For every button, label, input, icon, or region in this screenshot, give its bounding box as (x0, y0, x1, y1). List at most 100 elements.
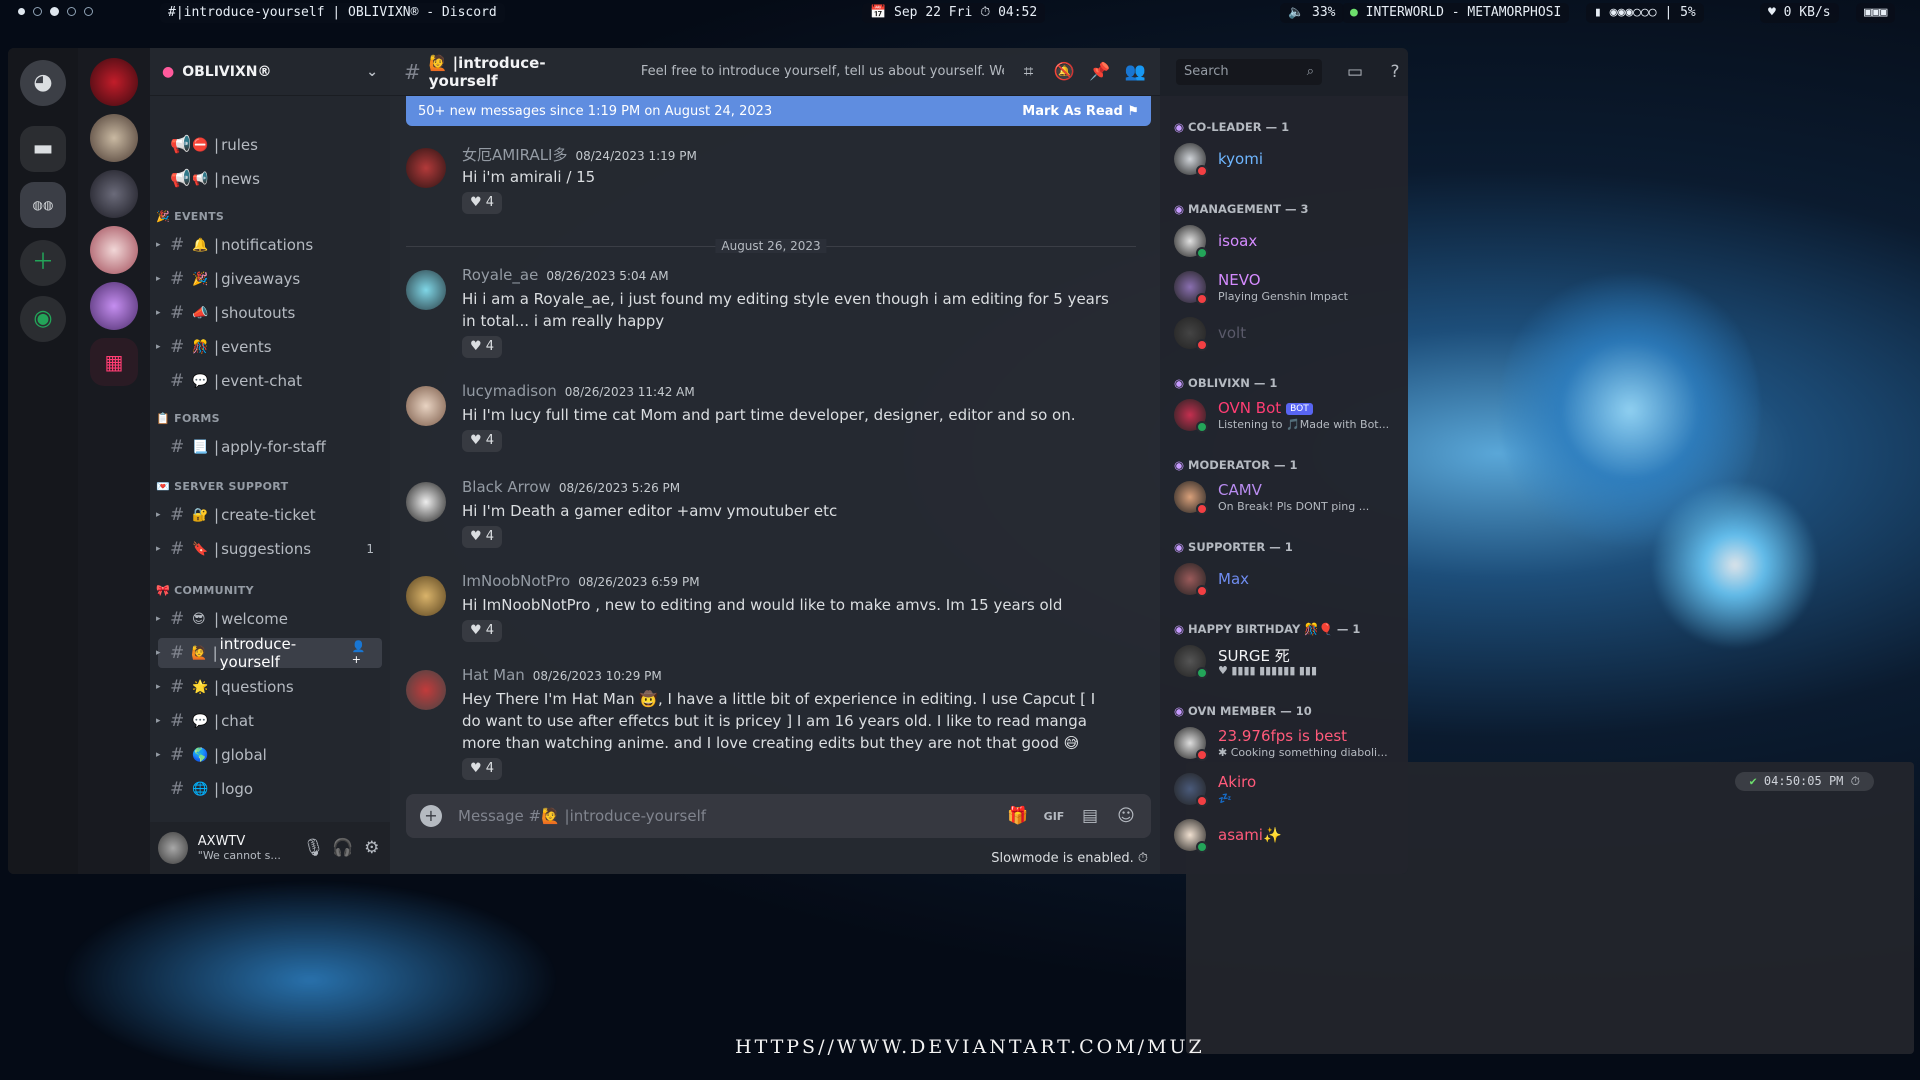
category-header[interactable]: 📋 FORMS (156, 412, 220, 425)
member-item[interactable]: isoax (1174, 222, 1399, 264)
threads-icon[interactable]: ⌗ (1018, 62, 1040, 82)
tray-icons[interactable]: ▣▣▣ (1856, 3, 1896, 23)
expand-arrow-icon[interactable]: ▸ (156, 544, 161, 554)
add-server-icon[interactable]: ＋ (20, 240, 66, 286)
expand-arrow-icon[interactable]: ▸ (156, 716, 161, 726)
add-member-icon[interactable]: 👤+ (352, 640, 374, 666)
avatar[interactable] (406, 670, 446, 710)
channel-rules[interactable]: 📢 ⛔ | rules (158, 130, 382, 160)
channel-event-chat[interactable]: # 💬 | event-chat (158, 366, 382, 396)
channel-welcome[interactable]: ▸ # 😎 | welcome (156, 604, 382, 634)
sticker-icon[interactable]: ▤ (1079, 806, 1101, 826)
channel-giveaways[interactable]: ▸ # 🎉 | giveaways (156, 264, 382, 294)
mark-as-read-button[interactable]: Mark As Read ⚑ (1022, 104, 1139, 119)
reaction[interactable]: ♥ 4 (462, 336, 502, 358)
channel-questions[interactable]: ▸ # 🌟 | questions (156, 672, 382, 702)
server-icon-oblivixn[interactable]: ▦ (90, 338, 138, 386)
expand-arrow-icon[interactable]: ▸ (156, 614, 161, 624)
server-icon[interactable] (90, 114, 138, 162)
pin-icon[interactable]: 📌 (1089, 62, 1111, 82)
volume[interactable]: 🔈 33% (1280, 3, 1344, 23)
category-header[interactable]: 🎉 EVENTS (156, 210, 224, 223)
channel-events[interactable]: ▸ # 🎊 | events (156, 332, 382, 362)
music-player[interactable]: ● INTERWORLD - METAMORPHOSI (1342, 3, 1570, 23)
server-icon[interactable] (90, 58, 138, 106)
expand-arrow-icon[interactable]: ▸ (156, 308, 161, 318)
emoji-icon[interactable]: ☺ (1115, 806, 1137, 826)
message-author[interactable]: lucymadison (462, 382, 557, 400)
member-item[interactable]: kyomi (1174, 140, 1399, 182)
reaction[interactable]: ♥ 4 (462, 526, 502, 548)
message-author[interactable]: ImNoobNotPro (462, 572, 570, 590)
channel-introduce-yourself[interactable]: ▸ # 🙋 | introduce-yourself 👤+ (156, 635, 382, 671)
message-input[interactable]: Message #🙋 |introduce-yourself (458, 807, 993, 825)
reaction[interactable]: ♥ 4 (462, 758, 502, 780)
member-item[interactable]: NEVO Playing Genshin Impact (1174, 268, 1399, 310)
expand-arrow-icon[interactable]: ▸ (156, 510, 161, 520)
channel-shoutouts[interactable]: ▸ # 📣 | shoutouts (156, 298, 382, 328)
channel-logo[interactable]: # 🌐 | logo (158, 774, 382, 804)
channel-suggestions[interactable]: ▸ # 🔖 | suggestions 1 (156, 534, 382, 564)
folder-icon[interactable]: ▬ (20, 126, 66, 172)
reaction[interactable]: ♥ 4 (462, 430, 502, 452)
avatar[interactable] (158, 832, 188, 864)
gift-icon[interactable]: 🎁 (1007, 806, 1029, 826)
search-box[interactable]: Search ⌕ (1176, 59, 1322, 85)
notification-bell-icon[interactable]: 🔕 (1053, 62, 1075, 82)
channel-apply-for-staff[interactable]: # 📃 | apply-for-staff (158, 432, 382, 462)
expand-arrow-icon[interactable]: ▸ (156, 750, 161, 760)
expand-arrow-icon[interactable]: ▸ (156, 648, 161, 658)
member-item[interactable]: SURGE 死 ♥ ▮▮▮▮ ▮▮▮▮▮▮ ▮▮▮ (1174, 642, 1399, 684)
gear-icon[interactable]: ⚙ (362, 838, 382, 858)
inbox-icon[interactable]: ▭ (1344, 62, 1366, 82)
reaction[interactable]: ♥ 4 (462, 620, 502, 642)
message-author[interactable]: Hat Man (462, 666, 525, 684)
member-item[interactable]: volt (1174, 314, 1399, 356)
category-header[interactable]: 🎀 COMMUNITY (156, 584, 254, 597)
category-header[interactable]: 💌 SERVER SUPPORT (156, 480, 288, 493)
server-icon[interactable] (90, 170, 138, 218)
channel-global[interactable]: ▸ # 🌎 | global (156, 740, 382, 770)
message-author[interactable]: Black Arrow (462, 478, 551, 496)
user-info[interactable]: AXWTV "We cannot s... (198, 834, 291, 862)
channel-topic[interactable]: Feel free to introduce yourself, tell us… (641, 64, 1004, 79)
server-header[interactable]: ● OBLIVIXN® ⌄ (150, 48, 390, 96)
channel-news[interactable]: 📢 📢 | news (158, 164, 382, 194)
datetime[interactable]: 📅 Sep 22 Fri ⏱ 04:52 (862, 3, 1046, 23)
members-icon[interactable]: 👥 (1124, 62, 1146, 82)
expand-arrow-icon[interactable]: ▸ (156, 682, 161, 692)
add-attachment-icon[interactable]: + (420, 805, 442, 827)
gif-icon[interactable]: GIF (1043, 810, 1065, 823)
server-icon[interactable] (90, 226, 138, 274)
message-author[interactable]: 女厄AMIRALI多 (462, 146, 567, 164)
headphones-icon[interactable]: 🎧 (332, 838, 353, 858)
workspace-indicator[interactable] (6, 2, 105, 22)
expand-arrow-icon[interactable]: ▸ (156, 342, 161, 352)
avatar[interactable] (406, 576, 446, 616)
reaction[interactable]: ♥ 4 (462, 192, 502, 214)
message-composer[interactable]: + Message #🙋 |introduce-yourself 🎁 GIF ▤… (406, 794, 1151, 838)
channel-notifications[interactable]: ▸ # 🔔 | notifications (156, 230, 382, 260)
member-item[interactable]: asami✨ (1174, 816, 1399, 858)
avatar[interactable] (406, 270, 446, 310)
server-icon[interactable] (90, 282, 138, 330)
avatar[interactable] (406, 148, 446, 188)
discord-home-icon[interactable]: ◕ (20, 60, 66, 106)
expand-arrow-icon[interactable]: ▸ (156, 274, 161, 284)
message-author[interactable]: Royale_ae (462, 266, 538, 284)
new-messages-banner[interactable]: 50+ new messages since 1:19 PM on August… (406, 96, 1151, 126)
channel-chat[interactable]: ▸ # 💬 | chat (156, 706, 382, 736)
explore-icon[interactable]: ◉ (20, 296, 66, 342)
member-item[interactable]: Akiro 💤 (1174, 770, 1399, 812)
channel-create-ticket[interactable]: ▸ # 🔐 | create-ticket (156, 500, 382, 530)
help-icon[interactable]: ? (1384, 62, 1406, 82)
member-item[interactable]: CAMV On Break! Pls DONT ping ... (1174, 478, 1399, 520)
member-item[interactable]: OVN Bot BOT Listening to 🎵Made with Bot... (1174, 396, 1399, 438)
member-item[interactable]: Max (1174, 560, 1399, 602)
server-folder[interactable]: ◍◍ (20, 182, 66, 228)
member-item[interactable]: 23.976fps is best ✱ Cooking something dia… (1174, 724, 1399, 766)
avatar[interactable] (406, 482, 446, 522)
avatar[interactable] (406, 386, 446, 426)
expand-arrow-icon[interactable]: ▸ (156, 240, 161, 250)
microphone-icon[interactable]: 🎙 (303, 838, 325, 858)
